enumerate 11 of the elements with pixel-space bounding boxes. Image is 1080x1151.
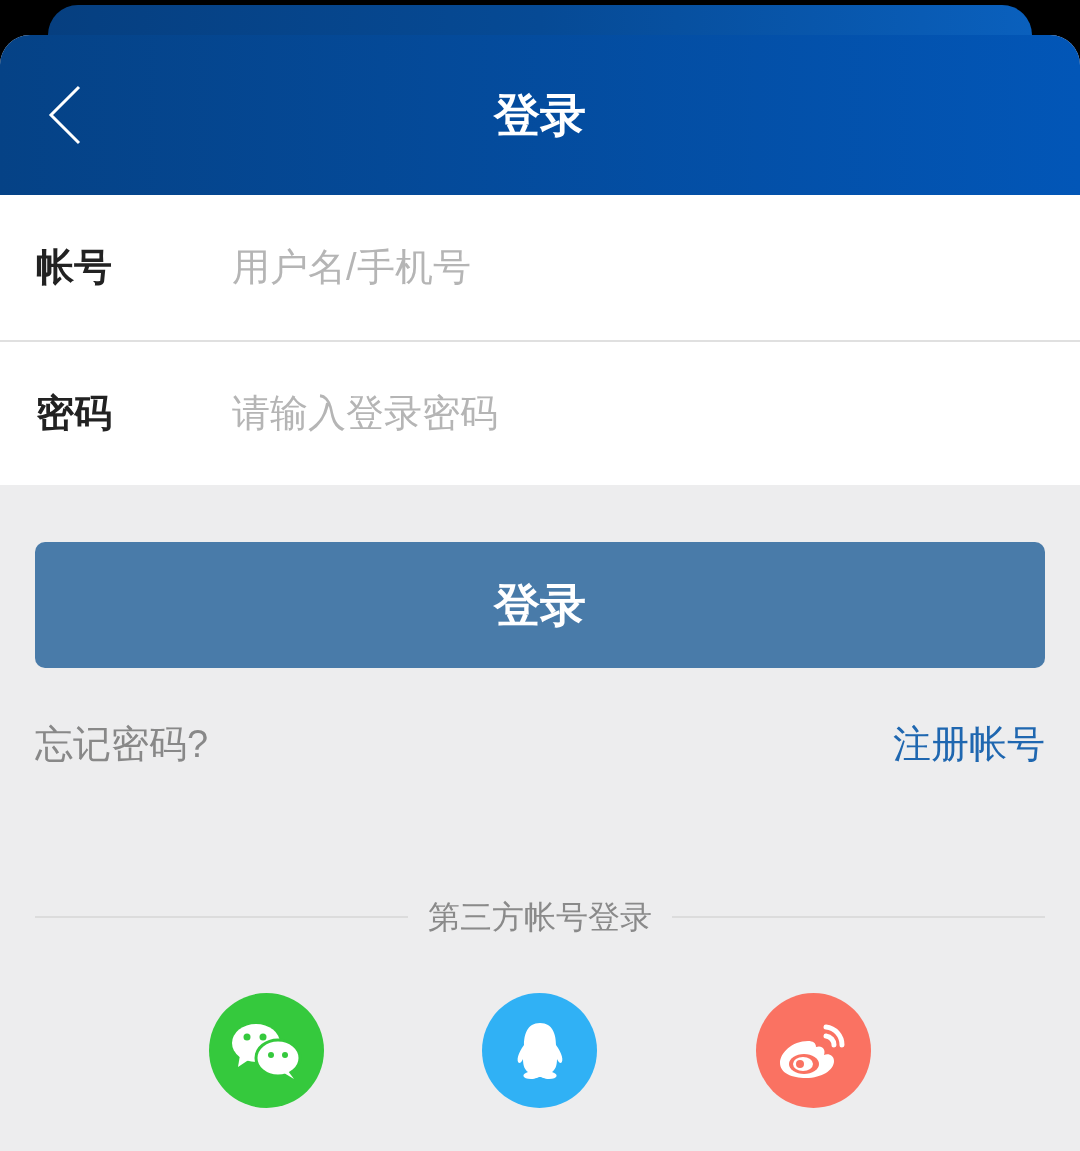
field-label: 帐号 <box>36 245 113 290</box>
forgot-password-link[interactable]: 忘记密码? <box>35 716 209 773</box>
register-link[interactable]: 注册帐号 <box>893 716 1045 773</box>
back-icon <box>48 85 82 145</box>
input-field[interactable]: 请输入登录密码 <box>232 385 1044 442</box>
page-title: 登录 <box>494 87 586 143</box>
input-field[interactable]: 用户名/手机号 <box>232 239 1044 296</box>
login-button[interactable]: 登录 <box>35 542 1045 668</box>
chat-bubbles-icon <box>231 1022 302 1079</box>
field-label: 密码 <box>36 391 113 436</box>
third-party-heading: 第三方帐号登录 <box>428 898 652 937</box>
